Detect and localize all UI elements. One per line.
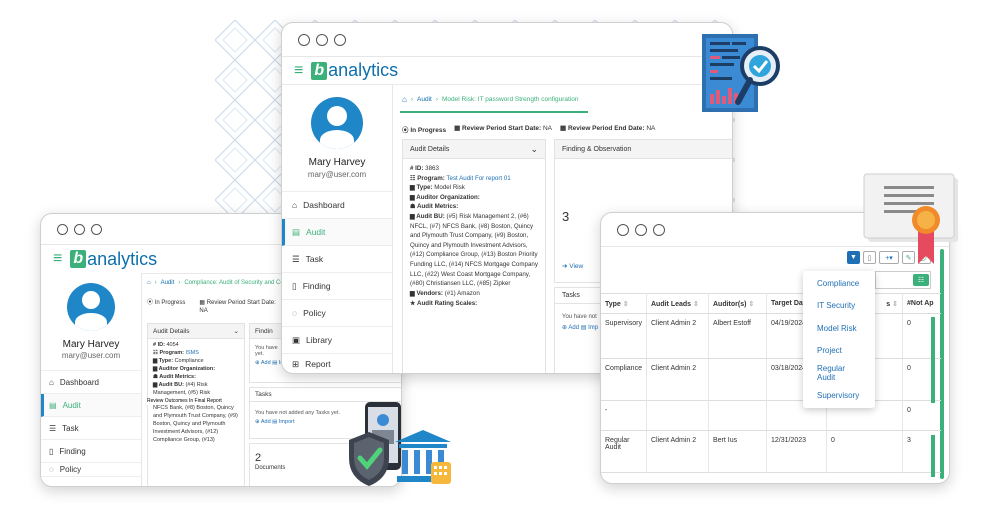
row-status-bar — [931, 435, 935, 477]
document-icon: ▯ — [292, 280, 297, 291]
add-task-button[interactable]: ⊕ Add — [255, 419, 271, 425]
list-icon: ☰ — [292, 253, 300, 264]
avatar — [67, 283, 115, 331]
nav-dashboard[interactable]: ⌂ Dashboard — [282, 192, 392, 219]
dropdown-item-it-security[interactable]: IT Security — [803, 295, 875, 318]
menu-icon[interactable]: ≡ — [53, 250, 62, 268]
import-task-button[interactable]: ▤ Import — [272, 419, 294, 425]
breadcrumb-underline — [400, 111, 588, 113]
clipboard-icon: ▤ — [49, 400, 57, 410]
audit-details-panel: Audit Details ⌄ # ID: 4054 ☷ Program: ISM… — [147, 323, 245, 486]
nav-dashboard[interactable]: ⌂ Dashboard — [41, 371, 141, 394]
home-icon: ⌂ — [292, 200, 298, 210]
table-row[interactable]: - 0 — [601, 400, 941, 431]
column-header[interactable]: Auditor(s) ⇕ — [708, 293, 767, 314]
nav-policy[interactable]: ◌ Policy — [282, 300, 392, 327]
audit-details-panel: Audit Details ⌄ # ID: 3863 ☷ Program: Tes… — [402, 139, 546, 373]
add-task-button[interactable]: ⊕ Add — [562, 325, 579, 331]
nav-audit[interactable]: ▤ Audit — [41, 394, 141, 417]
view-findings-button[interactable]: ➜ View — [562, 263, 583, 270]
location-icon: ⦿ — [402, 127, 409, 134]
user-email: mary@user.com — [61, 351, 121, 360]
window-control-icon[interactable] — [316, 33, 328, 46]
column-header[interactable]: Audit Leads ⇕ — [646, 293, 709, 314]
nav-library[interactable]: ▣ Library — [282, 327, 392, 354]
brand-bar: ≡ b analytics — [282, 57, 732, 85]
dropdown-item-regular-audit[interactable]: Regular Audit — [803, 362, 875, 385]
window-control-icon[interactable] — [91, 223, 102, 235]
home-icon[interactable]: ⌂ — [402, 95, 407, 104]
nav-policy[interactable]: ◌ Policy — [41, 463, 141, 477]
calendar-icon: ▦ — [560, 125, 567, 132]
window-control-icon[interactable] — [334, 33, 346, 46]
calendar-icon: ▦ — [454, 125, 461, 132]
security-shield-icon — [349, 402, 451, 486]
audits-table: Type ⇕ Audit Leads ⇕ Auditor(s) ⇕ Target… — [601, 293, 941, 473]
row-status-bar — [931, 361, 935, 403]
nav-task[interactable]: ☰ Task — [41, 417, 141, 440]
user-email: mary@user.com — [307, 170, 367, 179]
table-row[interactable]: Regular Audit Client Admin 2 Bert Ius 12… — [601, 430, 941, 473]
logo-mark: b — [311, 61, 328, 80]
column-header[interactable]: Type ⇕ — [601, 293, 647, 314]
calendar-icon: ▦ — [199, 300, 206, 306]
window-control-icon[interactable] — [653, 223, 665, 236]
tooltip: Review Outcomes In Final Report — [147, 397, 239, 406]
dropdown-item-project[interactable]: Project — [803, 340, 875, 363]
logo-text: analytics — [87, 248, 158, 269]
window-control-icon[interactable] — [74, 223, 85, 235]
row-status-bar — [931, 317, 935, 361]
dropdown-item-compliance[interactable]: Compliance — [803, 272, 875, 295]
breadcrumb: ⌂ › Audit › Model Risk: IT password Streng… — [402, 95, 579, 104]
avatar — [311, 97, 363, 149]
home-icon: ⌂ — [49, 377, 54, 387]
logo-mark: b — [70, 250, 87, 268]
home-icon[interactable]: ⌂ — [147, 280, 151, 286]
add-finding-button[interactable]: ⊕ Add — [255, 360, 271, 366]
bulb-icon: ◌ — [49, 465, 54, 474]
filter-icon[interactable]: ▼ — [847, 251, 860, 264]
bulb-icon: ◌ — [292, 308, 298, 318]
user-name: Mary Harvey — [308, 157, 366, 168]
table-row[interactable]: Supervisory Client Admin 2 Albert Estoff… — [601, 313, 941, 359]
clipboard-icon: ▤ — [292, 226, 301, 237]
window-control-icon[interactable] — [57, 223, 68, 235]
table-row[interactable]: Compliance Client Admin 2 03/18/2024 0 — [601, 358, 941, 401]
library-icon: ▣ — [292, 334, 301, 345]
status-row: ⦿ In Progress ▦ Review Period Start Date… — [402, 125, 656, 134]
sidebar: Mary Harvey mary@user.com ⌂ Dashboard ▤ Au… — [282, 85, 393, 373]
window-titlebar — [282, 23, 732, 57]
chevron-down-icon[interactable]: ⌄ — [234, 327, 239, 335]
grid-view-button[interactable]: ☷ — [913, 274, 929, 286]
status-row: ⦿ In Progress ▦ Review Period Start Date… — [147, 300, 294, 314]
nav-audit[interactable]: ▤ Audit — [282, 219, 392, 246]
document-icon: ▯ — [49, 446, 54, 456]
nav-task[interactable]: ☰ Task — [282, 246, 392, 273]
breadcrumb: ⌂ › Audit › Compliance: Audit of Security … — [147, 280, 284, 286]
nav-finding[interactable]: ▯ Finding — [282, 273, 392, 300]
window-control-icon[interactable] — [635, 223, 647, 236]
dropdown-item-model-risk[interactable]: Model Risk — [803, 317, 875, 340]
column-header[interactable]: #Not Ap — [903, 294, 942, 314]
user-name: Mary Harvey — [62, 339, 120, 350]
certificate-icon — [863, 173, 958, 264]
nav-finding[interactable]: ▯ Finding — [41, 440, 141, 463]
logo-text: analytics — [328, 60, 399, 80]
window-control-icon[interactable] — [298, 33, 310, 46]
nav-report[interactable]: ⊞ Report — [282, 354, 392, 373]
location-icon: ⦿ — [147, 300, 154, 306]
audit-type-dropdown: Compliance IT Security Model Risk Projec… — [803, 271, 875, 408]
report-icon: ⊞ — [292, 358, 300, 369]
import-task-button[interactable]: ▤ Imp — [581, 325, 598, 331]
window-control-icon[interactable] — [617, 223, 629, 236]
list-icon: ☰ — [49, 423, 57, 433]
chevron-down-icon[interactable]: ⌄ — [530, 144, 538, 155]
dropdown-item-supervisory[interactable]: Supervisory — [803, 385, 875, 408]
report-search-icon — [702, 34, 780, 112]
menu-icon[interactable]: ≡ — [294, 62, 303, 80]
sidebar: Mary Harvey mary@user.com ⌂ Dashboard ▤ Au… — [41, 273, 142, 486]
